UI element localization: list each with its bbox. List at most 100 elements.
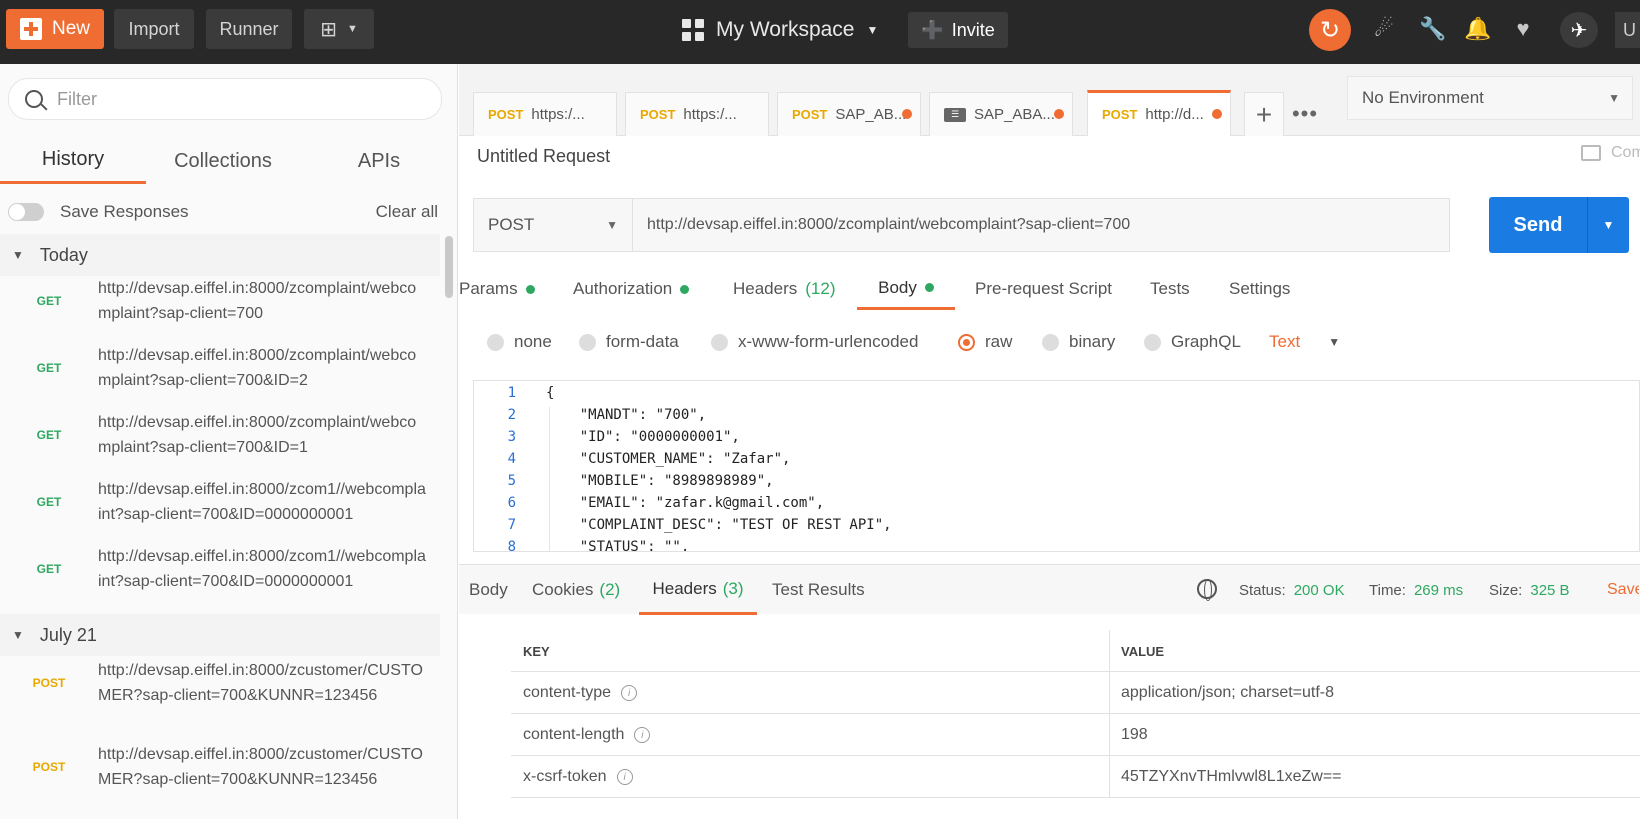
body-type-label: x-www-form-urlencoded: [738, 332, 919, 351]
chevron-down-icon[interactable]: ▼: [1588, 218, 1629, 232]
time-value: 269 ms: [1413, 581, 1464, 599]
request-tab[interactable]: POST https:/...: [473, 92, 617, 136]
history-item[interactable]: GET http://devsap.eiffel.in:8000/zcom1//…: [0, 544, 440, 610]
wrench-icon[interactable]: 🔧: [1418, 14, 1448, 44]
header-key: content-type i: [523, 672, 638, 714]
tab-history[interactable]: History: [0, 138, 146, 184]
info-icon[interactable]: i: [634, 727, 651, 743]
tab-params[interactable]: Params: [459, 268, 535, 310]
column-divider: [1109, 714, 1110, 756]
history-item[interactable]: POST http://devsap.eiffel.in:8000/zcusto…: [0, 658, 440, 738]
chevron-down-icon: ▼: [1328, 335, 1341, 349]
new-button-label: New: [52, 18, 91, 39]
table-row: x-csrf-token i 45TZYXnvTHmlvwl8L1xeZw==: [511, 756, 1640, 798]
import-button[interactable]: Import: [114, 9, 194, 49]
history-item[interactable]: GET http://devsap.eiffel.in:8000/zcompla…: [0, 343, 440, 409]
globe-icon[interactable]: [1197, 579, 1217, 601]
chevron-down-icon: ▼: [346, 23, 358, 35]
body-type-raw[interactable]: raw: [958, 328, 1012, 356]
body-type-label: binary: [1069, 332, 1116, 351]
request-tab[interactable]: ☰ SAP_ABA...: [929, 92, 1073, 136]
request-tab-label: https:/...: [683, 106, 737, 123]
history-item-method: GET: [36, 428, 62, 442]
tab-settings[interactable]: Settings: [1229, 268, 1290, 310]
tab-settings-label: Settings: [1229, 279, 1291, 298]
column-header-value: VALUE: [1121, 643, 1165, 659]
body-type-graphql[interactable]: GraphQL: [1144, 328, 1241, 356]
new-tab-button[interactable]: +: [1244, 92, 1284, 136]
column-header-key: KEY: [523, 643, 550, 659]
history-item-url: http://devsap.eiffel.in:8000/zcomplaint/…: [98, 280, 417, 322]
tab-headers[interactable]: Headers (12): [733, 268, 836, 310]
tab-apis[interactable]: APIs: [306, 138, 452, 184]
filter-input[interactable]: Filter: [8, 78, 442, 120]
request-tab[interactable]: POST SAP_AB...: [777, 92, 921, 136]
request-tab-label: SAP_AB...: [835, 106, 907, 123]
clear-all-button[interactable]: Clear all: [376, 202, 438, 222]
line-number: 5: [507, 473, 516, 489]
new-window-button[interactable]: ⊞ ▼: [304, 9, 374, 49]
body-type-none[interactable]: none: [487, 328, 552, 356]
comments-button[interactable]: Comments: [1581, 144, 1640, 162]
sync-icon[interactable]: ↻: [1309, 9, 1351, 51]
history-group-july-21[interactable]: ▼ July 21: [0, 614, 440, 656]
body-format-select[interactable]: Text ▼: [1269, 328, 1340, 356]
tab-pre-request-script[interactable]: Pre-request Script: [975, 268, 1112, 310]
runner-button[interactable]: Runner: [206, 9, 292, 49]
url-input[interactable]: http://devsap.eiffel.in:8000/zcomplaint/…: [633, 198, 1450, 252]
filter-placeholder: Filter: [57, 88, 97, 109]
url-value: http://devsap.eiffel.in:8000/zcomplaint/…: [647, 216, 1131, 233]
header-value: 45TZYXnvTHmlvwl8L1xeZw==: [1121, 768, 1342, 785]
history-item[interactable]: GET http://devsap.eiffel.in:8000/zcompla…: [0, 410, 440, 476]
response-tab-test-results[interactable]: Test Results: [772, 565, 865, 615]
body-type-form-data[interactable]: form-data: [579, 328, 679, 356]
bell-icon[interactable]: 🔔: [1463, 14, 1493, 44]
line-number: 1: [507, 385, 516, 401]
body-type-binary[interactable]: binary: [1042, 328, 1115, 356]
history-item[interactable]: GET http://devsap.eiffel.in:8000/zcom1//…: [0, 477, 440, 543]
body-type-urlencoded[interactable]: x-www-form-urlencoded: [711, 328, 918, 356]
save-response-button[interactable]: Save: [1607, 565, 1639, 615]
tab-authorization[interactable]: Authorization: [573, 268, 690, 310]
send-button[interactable]: Send ▼: [1489, 197, 1629, 253]
time-label: Time:: [1369, 581, 1406, 599]
environment-select[interactable]: No Environment ▼: [1347, 76, 1633, 120]
rocket-avatar-icon[interactable]: ✈: [1560, 12, 1598, 48]
add-user-icon: ➕: [921, 19, 944, 40]
top-bar: New Import Runner ⊞ ▼ My Workspace ▼ ➕ I…: [0, 0, 1640, 64]
request-tab[interactable]: POST https:/...: [625, 92, 769, 136]
info-icon[interactable]: i: [616, 769, 633, 785]
new-button[interactable]: New: [6, 9, 104, 49]
tab-collections[interactable]: Collections: [150, 138, 296, 184]
method-select[interactable]: POST ▼: [473, 198, 633, 252]
history-item[interactable]: POST http://devsap.eiffel.in:8000/zcusto…: [0, 742, 440, 819]
request-tab-method: POST: [488, 107, 524, 122]
line-number: 3: [507, 429, 516, 445]
invite-button[interactable]: ➕ Invite: [908, 12, 1008, 48]
more-tabs-icon[interactable]: •••: [1285, 92, 1325, 136]
column-divider: [1109, 672, 1110, 714]
request-title[interactable]: Untitled Request: [477, 146, 610, 167]
tab-body[interactable]: Body: [857, 268, 955, 310]
line-number: 8: [507, 539, 516, 552]
body-editor[interactable]: 1 2 3 4 5 6 7 8 { "MANDT": "700", "ID": …: [473, 380, 1640, 552]
save-responses-toggle[interactable]: [8, 203, 44, 221]
tab-tests[interactable]: Tests: [1150, 268, 1190, 310]
user-menu[interactable]: U: [1615, 12, 1640, 48]
history-item-method: POST: [32, 760, 66, 774]
response-status: Status: 200 OK: [1239, 565, 1345, 615]
satellite-icon[interactable]: ☄: [1369, 14, 1399, 44]
history-group-today[interactable]: ▼ Today: [0, 234, 440, 276]
sidebar-scrollbar[interactable]: [445, 236, 453, 298]
radio-icon: [1042, 333, 1059, 351]
header-key-text: content-type: [523, 684, 612, 701]
line-number: 4: [507, 451, 516, 467]
history-item[interactable]: GET http://devsap.eiffel.in:8000/zcompla…: [0, 276, 440, 342]
info-icon[interactable]: i: [621, 685, 638, 701]
heart-icon[interactable]: ♥: [1508, 14, 1538, 44]
workspace-switcher[interactable]: My Workspace ▼: [682, 13, 878, 47]
response-tab-headers[interactable]: Headers (3): [639, 565, 757, 615]
request-tab-active[interactable]: POST http://d...: [1087, 90, 1231, 136]
response-tab-body[interactable]: Body: [469, 565, 508, 615]
response-tab-cookies[interactable]: Cookies (2): [532, 565, 620, 615]
